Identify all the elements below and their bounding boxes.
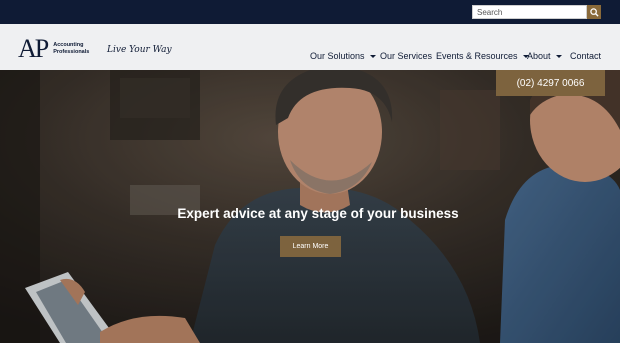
hero-heading: Expert advice at any stage of your busin… bbox=[177, 206, 459, 221]
top-bar bbox=[0, 0, 620, 24]
phone-number-button[interactable]: (02) 4297 0066 bbox=[496, 70, 605, 96]
nav-label: Events & Resources bbox=[436, 51, 518, 61]
logo-tagline: Live Your Way bbox=[107, 45, 172, 55]
nav-events-resources[interactable]: Events & Resources bbox=[436, 51, 529, 61]
site-header: AP Accounting Professionals Live Your Wa… bbox=[0, 24, 620, 70]
nav-label: Our Solutions bbox=[310, 51, 365, 61]
nav-our-services[interactable]: Our Services bbox=[380, 51, 432, 61]
search-input[interactable] bbox=[472, 5, 587, 19]
nav-label: Contact bbox=[570, 51, 602, 61]
chevron-down-icon bbox=[555, 55, 562, 58]
nav-label: About bbox=[527, 51, 551, 61]
chevron-down-icon bbox=[369, 55, 376, 58]
search-icon bbox=[589, 7, 599, 17]
nav-label: Our Services bbox=[380, 51, 433, 61]
logo-mark: AP bbox=[18, 34, 49, 63]
nav-about[interactable]: About bbox=[527, 51, 562, 61]
nav-contact[interactable]: Contact bbox=[570, 51, 601, 61]
search-button[interactable] bbox=[587, 5, 601, 19]
hero-banner: Expert advice at any stage of your busin… bbox=[0, 70, 620, 343]
logo-text: Accounting Professionals bbox=[53, 42, 90, 55]
learn-more-button[interactable]: Learn More bbox=[280, 236, 341, 257]
nav-our-solutions[interactable]: Our Solutions bbox=[310, 51, 376, 61]
logo[interactable]: AP Accounting Professionals bbox=[18, 34, 90, 63]
